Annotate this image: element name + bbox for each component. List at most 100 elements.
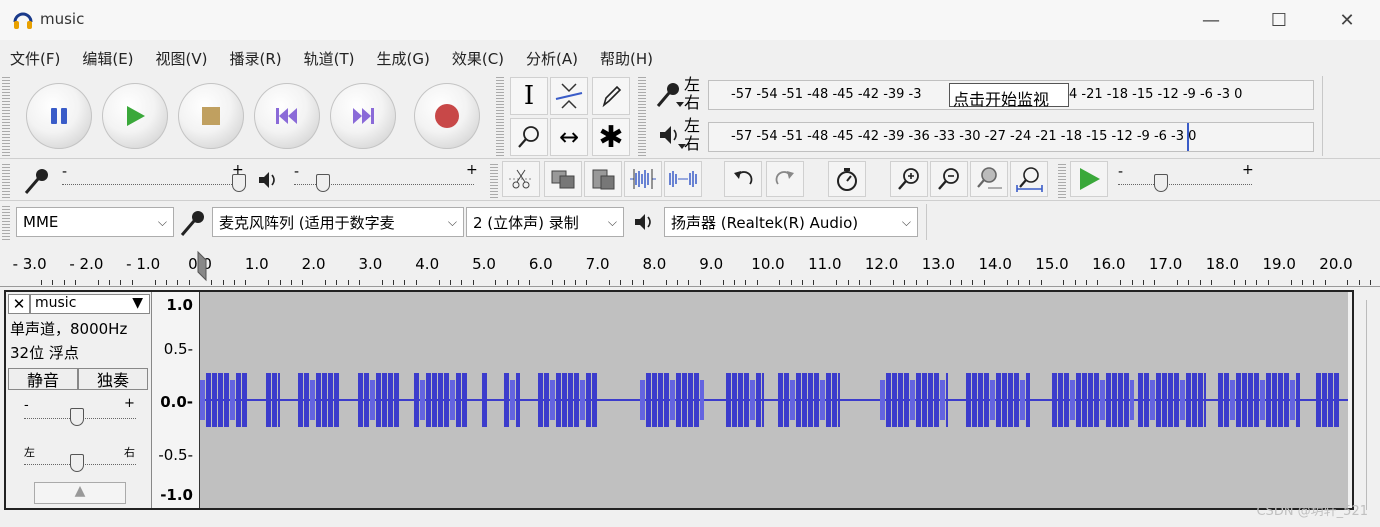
waveform-segment (820, 380, 825, 420)
audio-host-select[interactable]: MME ⌵ (16, 207, 174, 237)
pan-thumb[interactable] (70, 454, 84, 472)
timeline-minor-tick (75, 280, 77, 285)
playhead-marker[interactable] (194, 250, 210, 286)
play-meter-speaker-icon[interactable] (658, 122, 686, 154)
play-at-speed-button[interactable] (1070, 161, 1108, 197)
pause-button[interactable] (26, 83, 92, 149)
timeline-minor-tick (665, 280, 667, 285)
silence-audio-button[interactable] (664, 161, 702, 197)
timeline-minor-tick (643, 280, 645, 285)
waveform-segment (550, 380, 555, 420)
waveform-segment (334, 373, 339, 427)
timeline-label: 1.0 (244, 255, 269, 273)
sync-lock-button[interactable] (828, 161, 866, 197)
timeline-minor-tick (586, 280, 588, 285)
selection-tool-button[interactable]: I (510, 77, 548, 115)
menu-analyze[interactable]: 分析(A) (526, 48, 578, 69)
trim-audio-button[interactable] (624, 161, 662, 197)
track-close-button[interactable]: ✕ (8, 294, 30, 314)
record-meter[interactable]: -57 -54 -51 -48 -45 -42 -39 -3 4 -21 -18… (708, 80, 1314, 110)
paste-button[interactable] (584, 161, 622, 197)
timeline-minor-tick (177, 280, 179, 285)
playback-volume-min: - (294, 164, 300, 180)
play-meter[interactable]: -57 -54 -51 -48 -45 -42 -39 -36 -33 -30 … (708, 122, 1314, 152)
timeline-label: 19.0 (1262, 255, 1296, 273)
mute-button[interactable]: 静音 (8, 368, 78, 390)
record-meter-mic-icon[interactable] (654, 80, 684, 114)
waveform-segment (1322, 373, 1327, 427)
timeline-label: 17.0 (1148, 255, 1183, 273)
toolbar-grip[interactable] (1058, 162, 1066, 198)
timeline-minor-tick (1199, 280, 1201, 285)
fit-project-button[interactable] (1010, 161, 1048, 197)
gain-thumb[interactable] (70, 408, 84, 426)
menu-file[interactable]: 文件(F) (10, 48, 60, 69)
waveform-segment (316, 373, 321, 427)
stop-button[interactable] (178, 83, 244, 149)
play-button[interactable] (102, 83, 168, 149)
envelope-tool-button[interactable] (550, 77, 588, 115)
track-name-menu[interactable]: music ▼ (30, 294, 150, 314)
monitor-tooltip[interactable]: 点击开始监视 (949, 83, 1069, 109)
timeline-minor-tick (1074, 280, 1076, 285)
vertical-scrollbar[interactable] (1366, 300, 1378, 510)
multi-tool-button[interactable]: ✱ (592, 118, 630, 156)
cut-button[interactable] (502, 161, 540, 197)
timeline-minor-tick (381, 280, 383, 285)
draw-tool-button[interactable] (592, 77, 630, 115)
menu-help[interactable]: 帮助(H) (600, 48, 653, 69)
vertical-scale[interactable]: 1.0 0.5- 0.0- -0.5- -1.0 (152, 292, 200, 508)
record-volume-thumb[interactable] (232, 174, 246, 192)
play-speed-thumb[interactable] (1154, 174, 1168, 192)
waveform (200, 373, 1348, 427)
menu-effect[interactable]: 效果(C) (452, 48, 504, 69)
maximize-button[interactable]: ☐ (1256, 0, 1302, 40)
timeline-label: 11.0 (808, 255, 842, 273)
skip-to-start-button[interactable] (254, 83, 320, 149)
zoom-in-button[interactable] (890, 161, 928, 197)
waveform-segment (750, 380, 755, 420)
record-volume-slider[interactable] (62, 184, 238, 185)
input-device-select[interactable]: 麦克风阵列 (适用于数字麦 ⌵ (212, 207, 464, 237)
toolbar-grip[interactable] (2, 76, 10, 156)
waveform-segment (910, 380, 915, 420)
waveform-segment (978, 373, 983, 427)
waveform-view[interactable] (200, 292, 1348, 508)
input-channels-select[interactable]: 2 (立体声) 录制 ⌵ (466, 207, 624, 237)
zoom-out-button[interactable] (930, 161, 968, 197)
menu-tracks[interactable]: 轨道(T) (304, 48, 355, 69)
toolbar-grip[interactable] (496, 76, 504, 156)
play-speed-slider[interactable] (1118, 184, 1252, 185)
waveform-segment (996, 373, 1001, 427)
menu-transport[interactable]: 播录(R) (230, 48, 282, 69)
output-device-select[interactable]: 扬声器 (Realtek(R) Audio) ⌵ (664, 207, 918, 237)
menu-view[interactable]: 视图(V) (156, 48, 208, 69)
solo-button[interactable]: 独奏 (78, 368, 148, 390)
waveform-segment (1198, 373, 1203, 427)
undo-button[interactable] (724, 161, 762, 197)
menu-edit[interactable]: 编辑(E) (82, 48, 133, 69)
waveform-segment (1124, 373, 1129, 427)
toolbar-grip[interactable] (2, 204, 10, 240)
waveform-segment (1082, 373, 1087, 427)
minimize-button[interactable]: — (1188, 0, 1234, 40)
copy-button[interactable] (544, 161, 582, 197)
waveform-segment (1290, 380, 1295, 420)
playback-volume-thumb[interactable] (316, 174, 330, 192)
skip-to-end-button[interactable] (330, 83, 396, 149)
play-meter-marker (1187, 123, 1189, 151)
toolbar-grip[interactable] (2, 162, 10, 198)
timeshift-tool-button[interactable]: ↔ (550, 118, 588, 156)
zoom-tool-button[interactable] (510, 118, 548, 156)
record-button[interactable] (414, 83, 480, 149)
toolbar-grip[interactable] (490, 162, 498, 198)
waveform-segment (218, 373, 223, 427)
dropdown-arrow-icon: ▼ (132, 295, 143, 311)
close-window-button[interactable]: ✕ (1324, 0, 1370, 40)
redo-button[interactable] (766, 161, 804, 197)
fit-selection-button[interactable] (970, 161, 1008, 197)
waveform-segment (394, 373, 399, 427)
menu-generate[interactable]: 生成(G) (377, 48, 430, 69)
toolbar-grip[interactable] (638, 76, 646, 156)
collapse-track-button[interactable]: ▲ (34, 482, 126, 504)
